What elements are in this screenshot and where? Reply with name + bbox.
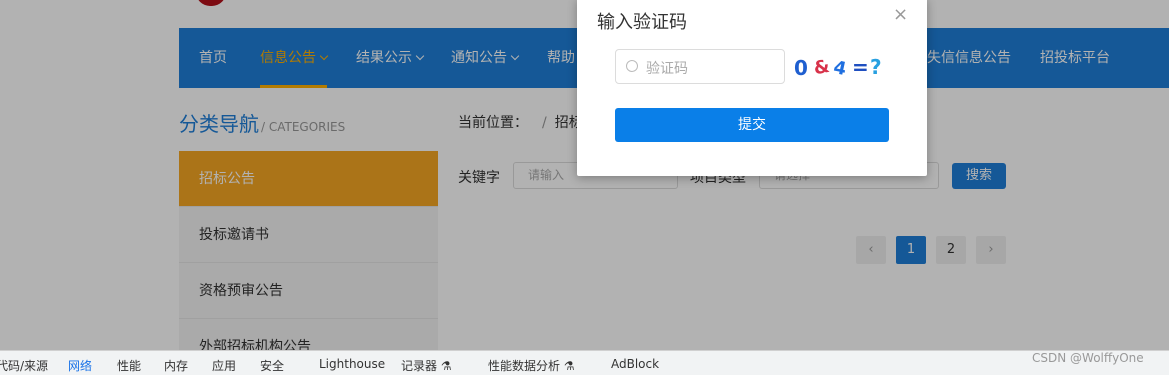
- devtools-tab-lighthouse[interactable]: Lighthouse: [319, 357, 385, 371]
- close-icon[interactable]: ×: [893, 4, 908, 25]
- shield-check-icon: [626, 60, 638, 72]
- captcha-glyph: ?: [870, 55, 882, 79]
- captcha-glyph: 0: [794, 56, 808, 80]
- devtools-tab-application[interactable]: 应用: [212, 357, 236, 374]
- dialog-title: 输入验证码: [597, 12, 687, 33]
- devtools-tab-security[interactable]: 安全: [260, 357, 284, 374]
- devtools-tab-performance-insights[interactable]: 性能数据分析 ⚗: [488, 357, 575, 374]
- devtools-tab-performance[interactable]: 性能: [117, 357, 141, 374]
- devtools-tab-adblock[interactable]: AdBlock: [611, 357, 659, 371]
- devtools-tabbar: 代码/来源 网络 性能 内存 应用 安全 Lighthouse 记录器 ⚗ 性能…: [0, 350, 1169, 375]
- captcha-placeholder: 验证码: [646, 61, 688, 77]
- csdn-watermark: CSDN @WolffyOne: [1032, 351, 1144, 365]
- captcha-input[interactable]: 验证码: [615, 49, 785, 84]
- devtools-tab-sources[interactable]: 代码/来源: [0, 357, 48, 374]
- captcha-glyph: &: [812, 56, 831, 79]
- captcha-image[interactable]: 0 & 4 = ?: [792, 53, 888, 81]
- captcha-glyph: =: [852, 55, 869, 79]
- submit-button[interactable]: 提交: [615, 108, 889, 142]
- website-page: 首页 信息公告 结果公示 通知公告 帮助 失信信息公告 招投标平台 分类导航 / …: [0, 0, 1169, 350]
- devtools-tab-recorder[interactable]: 记录器 ⚗: [401, 357, 452, 374]
- captcha-dialog: 输入验证码 × 验证码 0 & 4 = ? 提交: [577, 0, 927, 176]
- devtools-tab-network[interactable]: 网络: [68, 357, 92, 374]
- captcha-glyph: 4: [832, 57, 849, 80]
- devtools-tab-memory[interactable]: 内存: [164, 357, 188, 374]
